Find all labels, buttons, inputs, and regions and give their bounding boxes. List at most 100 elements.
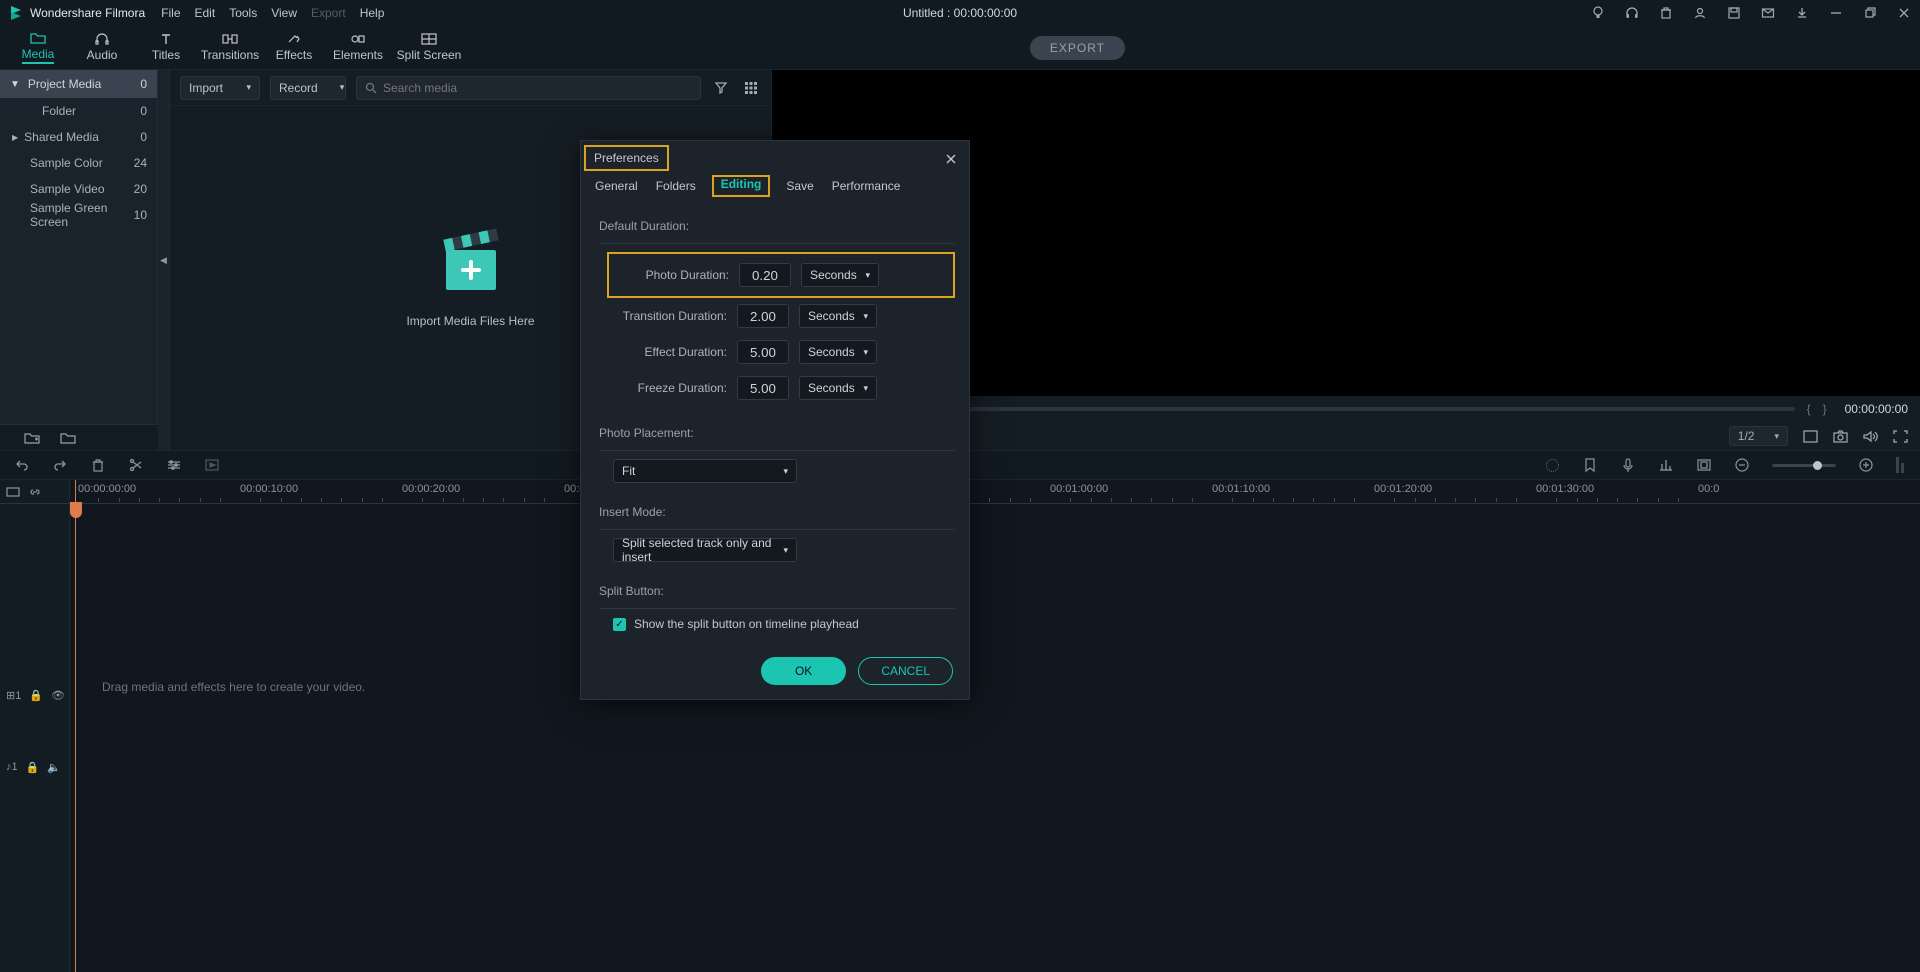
eye-icon[interactable]: 👁 [51,689,65,702]
menu-file[interactable]: File [161,6,180,20]
menu-view[interactable]: View [271,6,297,20]
import-dropdown[interactable]: Import ▾ [180,76,260,100]
pref-tab-general[interactable]: General [593,175,640,197]
search-media-field[interactable] [356,76,701,100]
new-folder-icon[interactable] [24,430,40,446]
sidebar-item-folder[interactable]: Folder 0 [0,98,157,124]
crop-icon[interactable] [1696,457,1712,473]
save-icon[interactable] [1726,5,1742,21]
track-height-icon[interactable] [1896,457,1906,473]
volume-icon[interactable] [1862,428,1878,444]
insert-mode-label: Insert Mode: [599,505,955,519]
sidebar-item-shared-media[interactable]: ▶ Shared Media 0 [0,124,157,150]
record-dropdown[interactable]: Record ▾ [270,76,346,100]
menu-tools[interactable]: Tools [229,6,257,20]
menu-edit[interactable]: Edit [195,6,216,20]
user-icon[interactable] [1692,5,1708,21]
voiceover-icon[interactable] [1620,457,1636,473]
zoom-out-icon[interactable] [1734,457,1750,473]
photo-duration-input[interactable] [739,263,791,287]
mark-out-icon[interactable]: } [1823,402,1827,416]
select-value: Split selected track only and insert [622,536,783,564]
filter-icon[interactable] [711,78,731,98]
sidebar-collapse-handle[interactable]: ◀ [158,70,170,450]
export-button[interactable]: EXPORT [1030,36,1125,60]
tab-transitions[interactable]: Transitions [198,26,262,70]
trash-icon[interactable] [1658,5,1674,21]
timeline-ruler[interactable]: 00:00:00:0000:00:10:0000:00:20:0000:00:3… [70,480,1920,504]
timeline-tracks-area[interactable]: 00:00:00:0000:00:10:0000:00:20:0000:00:3… [70,480,1920,972]
headphones-icon[interactable] [1624,5,1640,21]
split-button-checkbox-row[interactable]: ✓ Show the split button on timeline play… [613,617,955,631]
lock-icon[interactable]: 🔒 [26,761,40,774]
photo-duration-unit-select[interactable]: Seconds ▾ [801,263,879,287]
sidebar-header-project-media[interactable]: ▼ Project Media 0 [0,70,157,98]
pref-tab-performance[interactable]: Performance [830,175,903,197]
freeze-duration-input[interactable] [737,376,789,400]
window-close-icon[interactable] [1896,5,1912,21]
cancel-button[interactable]: CANCEL [858,657,953,685]
zoom-in-icon[interactable] [1858,457,1874,473]
freeze-duration-unit-select[interactable]: Seconds ▾ [799,376,877,400]
tab-effects[interactable]: Effects [262,26,326,70]
window-restore-icon[interactable] [1862,5,1878,21]
transition-duration-input[interactable] [737,304,789,328]
pref-tab-editing[interactable]: Editing [719,173,764,195]
chevron-down-icon: ▾ [863,347,868,358]
adjust-icon[interactable] [166,457,182,473]
undo-icon[interactable] [14,457,30,473]
tab-splitscreen[interactable]: Split Screen [390,26,468,70]
pref-tab-save[interactable]: Save [784,175,815,197]
sidebar-item-sample-color[interactable]: Sample Color 24 [0,150,157,176]
transition-duration-unit-select[interactable]: Seconds ▾ [799,304,877,328]
color-icon[interactable] [1544,457,1560,473]
titlebar: Wondershare Filmora File Edit Tools View… [0,0,1920,26]
zoom-slider-knob[interactable] [1813,461,1822,470]
audio-mixer-icon[interactable] [1658,457,1674,473]
tab-media[interactable]: Media [6,26,70,70]
folder-icon[interactable] [60,430,76,446]
sidebar-item-sample-video[interactable]: Sample Video 20 [0,176,157,202]
playhead[interactable] [75,480,76,972]
close-icon[interactable] [943,151,959,167]
mark-in-icon[interactable]: { [1807,402,1811,416]
audio-track-header[interactable]: ♪1 🔒 🔈 [0,752,69,782]
ok-button[interactable]: OK [761,657,846,685]
playhead-flag[interactable] [70,502,82,518]
redo-icon[interactable] [52,457,68,473]
preview-zoom-select[interactable]: 1/2 ▾ [1729,426,1788,446]
timeline-zoom-slider[interactable] [1772,464,1836,467]
app-logo-icon [8,5,24,21]
fullscreen-icon[interactable] [1892,428,1908,444]
tab-elements[interactable]: Elements [326,26,390,70]
marker-icon[interactable] [1582,457,1598,473]
render-icon[interactable] [204,457,220,473]
link-icon[interactable] [28,486,42,498]
folder-icon [30,32,46,46]
checkbox-checked-icon[interactable]: ✓ [613,618,626,631]
effect-duration-unit-select[interactable]: Seconds ▾ [799,340,877,364]
effect-duration-input[interactable] [737,340,789,364]
tab-audio[interactable]: Audio [70,26,134,70]
timeline-options-icon[interactable] [6,486,20,498]
split-icon[interactable] [128,457,144,473]
mute-icon[interactable]: 🔈 [47,761,61,774]
menu-help[interactable]: Help [360,6,385,20]
delete-icon[interactable] [90,457,106,473]
sidebar-header-label: Project Media [28,77,101,91]
pref-tab-folders[interactable]: Folders [654,175,698,197]
quality-icon[interactable] [1802,428,1818,444]
sidebar-item-sample-green-screen[interactable]: Sample Green Screen 10 [0,202,157,228]
search-input[interactable] [383,81,692,95]
lock-icon[interactable]: 🔒 [29,689,43,702]
snapshot-icon[interactable] [1832,428,1848,444]
grid-view-icon[interactable] [741,78,761,98]
insert-mode-select[interactable]: Split selected track only and insert ▾ [613,538,797,562]
photo-placement-select[interactable]: Fit ▾ [613,459,797,483]
download-icon[interactable] [1794,5,1810,21]
lightbulb-icon[interactable] [1590,5,1606,21]
tab-titles[interactable]: Titles [134,26,198,70]
mail-icon[interactable] [1760,5,1776,21]
video-track-header[interactable]: ⊞1 🔒 👁 [0,680,69,710]
window-minimize-icon[interactable] [1828,5,1844,21]
